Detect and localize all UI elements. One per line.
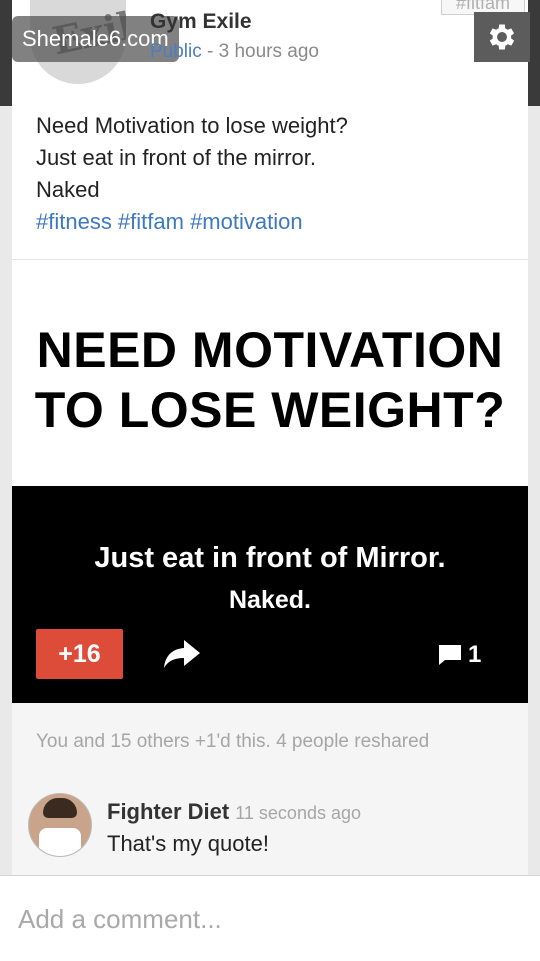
post-meta: Public - 3 hours ago bbox=[150, 41, 319, 63]
post-line-3: Naked bbox=[36, 177, 100, 202]
comment-composer bbox=[0, 875, 540, 961]
image-headline-line-2: TO LOSE WEIGHT? bbox=[34, 382, 506, 438]
gear-icon bbox=[489, 24, 515, 50]
image-subtitle-2: Naked. bbox=[229, 586, 311, 614]
avatar-hair bbox=[43, 798, 77, 818]
settings-button[interactable] bbox=[474, 12, 530, 62]
avatar-shirt bbox=[39, 828, 81, 856]
comment-header: Fighter Diet 11 seconds ago bbox=[107, 799, 361, 825]
commenter-avatar[interactable] bbox=[28, 793, 92, 857]
comments-button[interactable]: 1 bbox=[438, 641, 481, 669]
post-line-2: Just eat in front of the mirror. bbox=[36, 145, 317, 170]
plusones-summary[interactable]: You and 15 others +1'd this. 4 people re… bbox=[36, 731, 429, 753]
plus-one-button[interactable]: +16 bbox=[36, 629, 123, 679]
image-headline-line-1: NEED MOTIVATION bbox=[36, 322, 504, 378]
activity-section: You and 15 others +1'd this. 4 people re… bbox=[12, 703, 528, 875]
image-footer: Just eat in front of Mirror. Naked. +16 … bbox=[12, 486, 528, 703]
post-image[interactable]: NEED MOTIVATION TO LOSE WEIGHT? Just eat… bbox=[12, 260, 528, 703]
comment-author[interactable]: Fighter Diet bbox=[107, 799, 229, 824]
image-headline: NEED MOTIVATION TO LOSE WEIGHT? bbox=[12, 320, 528, 440]
share-button[interactable] bbox=[162, 636, 202, 672]
post-hashtags[interactable]: #fitness #fitfam #motivation bbox=[36, 206, 506, 238]
comment-time: 11 seconds ago bbox=[235, 803, 361, 823]
comment-text: That's my quote! bbox=[107, 831, 269, 856]
post-line-1: Need Motivation to lose weight? bbox=[36, 113, 348, 138]
image-subtitle-1: Just eat in front of Mirror. bbox=[94, 542, 446, 574]
post-body: Need Motivation to lose weight? Just eat… bbox=[36, 110, 506, 238]
post-author[interactable]: Gym Exile bbox=[150, 10, 252, 34]
post-time: 3 hours ago bbox=[218, 41, 319, 62]
comment-count: 1 bbox=[468, 641, 482, 668]
comment-input[interactable] bbox=[16, 896, 520, 942]
visibility-label[interactable]: Public bbox=[150, 41, 202, 62]
comment-bubble-icon bbox=[439, 645, 461, 665]
share-arrow-icon bbox=[164, 640, 200, 668]
meta-separator: - bbox=[201, 41, 219, 62]
